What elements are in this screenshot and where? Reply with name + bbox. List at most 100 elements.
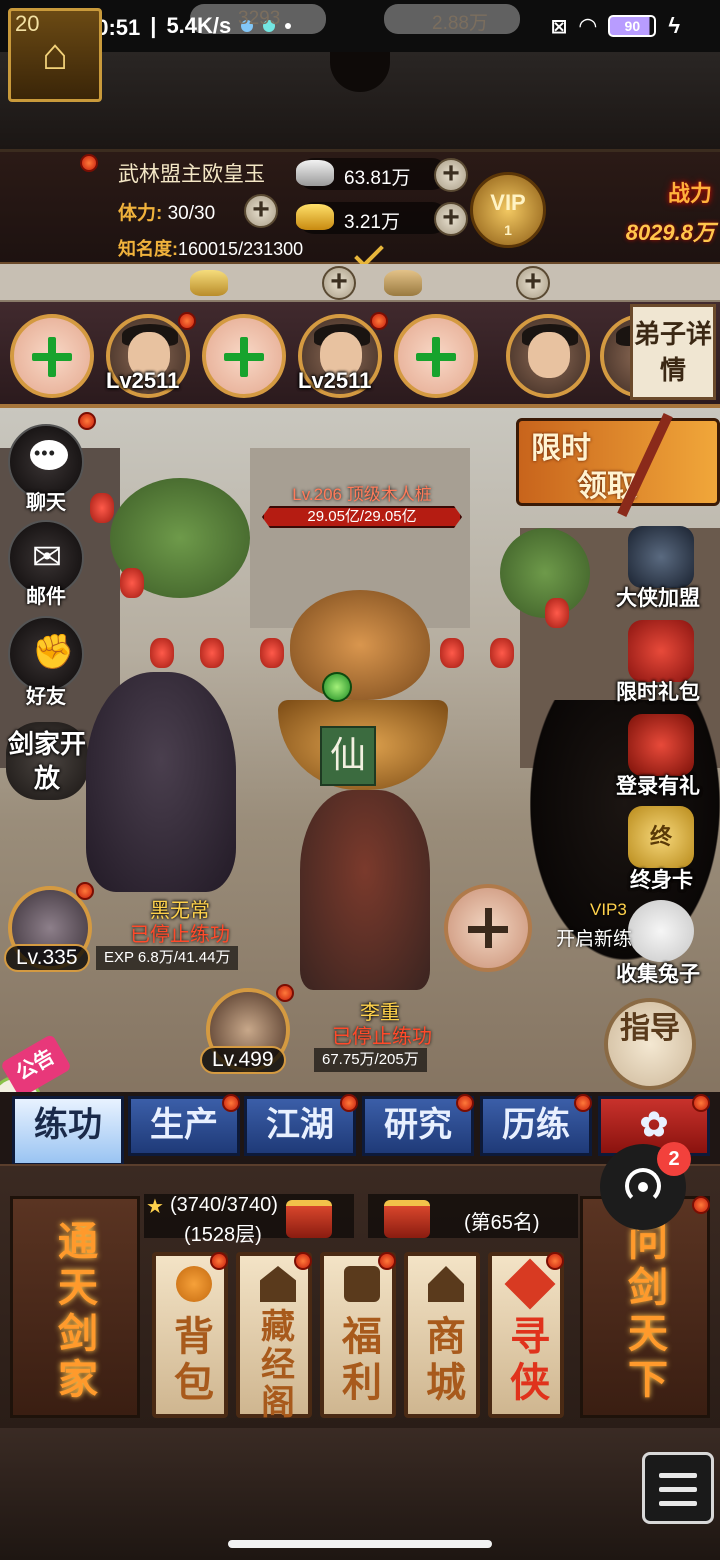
lifetime-card-label: 终身卡 xyxy=(630,869,693,892)
gold-value: 3.21万 xyxy=(344,212,400,233)
guide-button[interactable]: 指导 xyxy=(604,998,696,1090)
chat-notification-dot xyxy=(78,412,96,430)
bag-icon xyxy=(176,1266,212,1302)
ninja-exp: EXP 6.8万/41.44万 xyxy=(96,946,239,970)
vip-feature-text: 开启新练 xyxy=(556,929,633,950)
chest-icon xyxy=(344,1266,380,1302)
status-bar: 上午10:51 | 5.4K/s ⊠ ◠ 90 ϟ xyxy=(0,0,720,52)
research-notification-dot xyxy=(456,1094,474,1112)
add-stamina-button[interactable]: + xyxy=(244,194,278,228)
limited-gift-icon[interactable] xyxy=(628,620,694,682)
ranking-gift-icon[interactable] xyxy=(384,1200,430,1238)
scroll-value: 2.88万 xyxy=(432,13,488,34)
add-silver-button[interactable]: + xyxy=(434,158,468,192)
hero-join-label: 大侠加盟 xyxy=(616,587,700,610)
login-gift-label: 登录有礼 xyxy=(616,775,700,798)
wenjian-notification-dot xyxy=(692,1196,710,1214)
add-scroll-button[interactable]: + xyxy=(516,266,550,300)
broadcast-icon xyxy=(638,1182,648,1192)
charging-icon: ϟ xyxy=(668,13,680,38)
golden-toad-target[interactable] xyxy=(290,590,430,700)
fame-value: 160015/231300 xyxy=(178,239,304,259)
flower-icon: ✿ xyxy=(639,1105,669,1145)
jianghu-notification-dot xyxy=(340,1094,358,1112)
tower-gift-icon[interactable] xyxy=(286,1200,332,1238)
jade-orb-icon xyxy=(322,672,352,702)
add-disciple-slot-1[interactable] xyxy=(10,314,94,398)
soldier-status: 已停止练功 xyxy=(332,1026,432,1048)
home-indicator[interactable] xyxy=(228,1540,492,1548)
lifetime-card-icon[interactable]: 终 xyxy=(628,806,694,868)
scroll-icon xyxy=(384,270,422,296)
add-disciple-slot-3[interactable] xyxy=(202,314,286,398)
library-notification-dot xyxy=(294,1252,312,1270)
more-notification-dot xyxy=(692,1094,710,1112)
stamina-value: 30/30 xyxy=(167,203,216,224)
disciple-2-level: Lv2511 xyxy=(106,368,180,393)
soldier-level: Lv.499 xyxy=(200,1046,286,1074)
ninja-level: Lv.335 xyxy=(4,944,90,972)
player-name: 武林盟主欧皇玉 xyxy=(118,163,265,186)
mail-label: 邮件 xyxy=(26,586,66,608)
seek-hero-notification-dot xyxy=(546,1252,564,1270)
disciple-4-level: Lv2511 xyxy=(298,368,372,393)
ninja-notification-dot xyxy=(76,882,94,900)
soldier-character[interactable] xyxy=(300,790,430,990)
collect-rabbit-label: 收集兔子 xyxy=(616,963,700,986)
power-value: 8029.8万 xyxy=(625,220,715,245)
hero-join-icon[interactable] xyxy=(628,526,694,588)
ranking-value: (第65名) xyxy=(464,1212,540,1234)
limited-gift-label: 限时礼包 xyxy=(616,681,700,704)
dove-icon: ✉ xyxy=(32,536,63,577)
ingot-value: 3293 xyxy=(238,8,281,29)
disciple-slot-6[interactable] xyxy=(506,314,590,398)
seek-hero-card[interactable]: 寻侠 xyxy=(488,1252,564,1418)
backpack-card[interactable]: 背包 xyxy=(152,1252,228,1418)
pavilion-icon: ⌂ xyxy=(41,30,69,79)
silver-value: 63.81万 xyxy=(344,168,411,189)
stamina-display: 体力: 30/30 xyxy=(118,203,216,224)
ninja-character[interactable] xyxy=(86,672,236,892)
disciple-2-notification-dot xyxy=(178,312,196,330)
boss-title: Lv.206 顶级木人桩 xyxy=(292,485,432,504)
vip3-label: VIP3 xyxy=(590,900,627,919)
tab-training[interactable]: 练功 xyxy=(12,1096,124,1166)
sim-off-icon: ⊠ xyxy=(550,15,568,38)
soldier-notification-dot xyxy=(276,984,294,1002)
tongtian-sword-card[interactable]: 通天剑家 xyxy=(10,1196,140,1418)
menu-button[interactable] xyxy=(642,1452,714,1524)
pavilion-icon xyxy=(260,1266,296,1302)
gold-icon xyxy=(296,204,334,230)
disciple-detail-button[interactable]: 弟子详情 xyxy=(630,304,716,400)
limited-claim-banner[interactable]: 限时 领取 xyxy=(516,418,720,506)
vip-badge[interactable]: VIP 1 xyxy=(470,172,546,248)
boss-hp-bar: 29.05亿/29.05亿 xyxy=(262,506,462,528)
wifi-icon: ◠ xyxy=(579,13,597,38)
sword-open-button[interactable]: 剑家开放 xyxy=(6,722,88,800)
star-icon: ★ xyxy=(146,1196,164,1218)
boss-tag: 仙 xyxy=(320,726,376,786)
login-gift-icon[interactable] xyxy=(628,714,694,776)
chat-label: 聊天 xyxy=(26,492,66,514)
ingot-icon xyxy=(190,270,228,296)
welfare-card[interactable]: 福利 xyxy=(320,1252,396,1418)
shop-icon xyxy=(428,1266,464,1302)
tab-jianghu[interactable]: 江湖 xyxy=(244,1096,356,1156)
add-trainee-button[interactable] xyxy=(444,884,532,972)
scroll-display: 2.88万 xyxy=(384,4,520,34)
add-ingot-button[interactable]: + xyxy=(322,266,356,300)
tower-stars: (3740/3740) xyxy=(170,1194,278,1216)
library-card[interactable]: 藏经阁 xyxy=(236,1252,312,1422)
player-avatar[interactable]: 20 ⌂ xyxy=(8,8,102,102)
experience-notification-dot xyxy=(574,1094,592,1112)
battery-icon: 90 xyxy=(608,15,657,37)
roof-decoration xyxy=(0,52,720,152)
shop-card[interactable]: 商城 xyxy=(404,1252,480,1418)
add-disciple-slot-5[interactable] xyxy=(394,314,478,398)
fame-display: 知名度:160015/231300 xyxy=(118,239,304,259)
tower-floor: (1528层) xyxy=(184,1224,262,1246)
ninja-status: 已停止练功 xyxy=(130,924,230,946)
add-gold-button[interactable]: + xyxy=(434,202,468,236)
fist-icon: ✊ xyxy=(32,633,75,671)
silver-icon xyxy=(296,160,334,186)
